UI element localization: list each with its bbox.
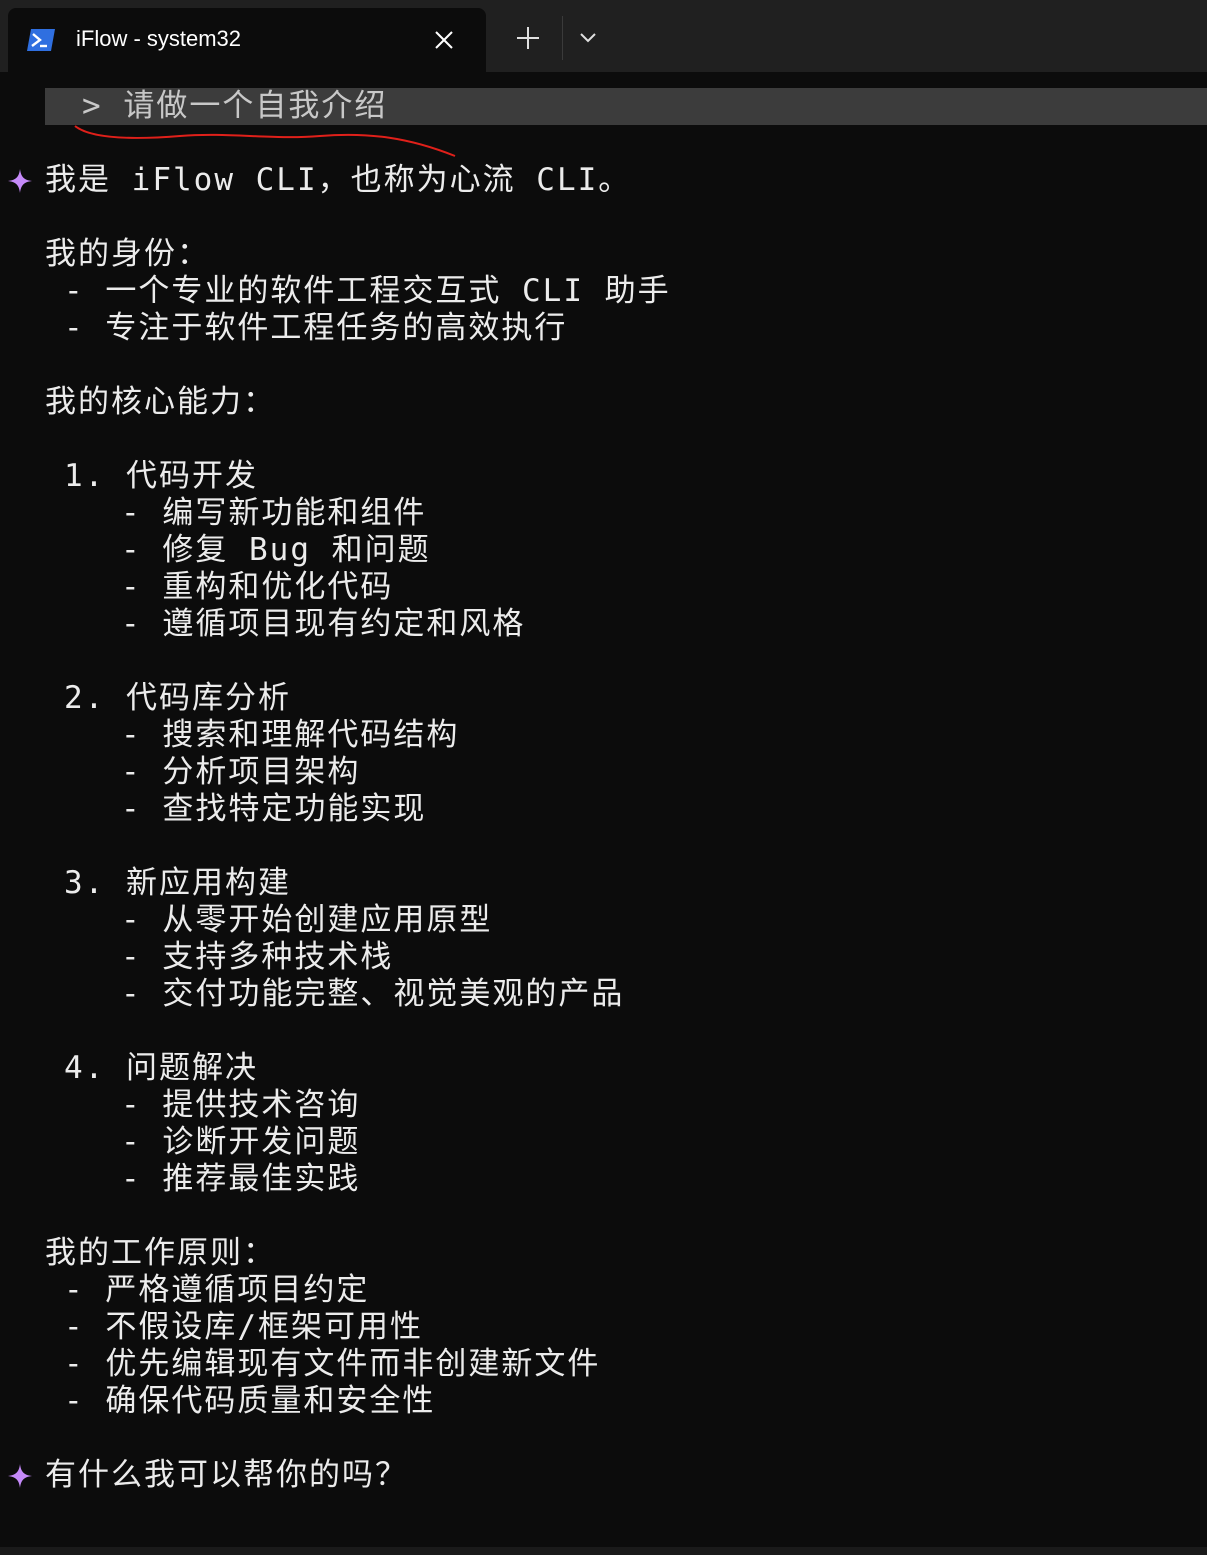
ability-item: - 修复 Bug 和问题 <box>121 532 431 568</box>
title-bar: iFlow - system32 <box>0 0 1207 72</box>
sparkle-icon <box>8 1464 32 1488</box>
principle-item: - 优先编辑现有文件而非创建新文件 <box>64 1346 601 1382</box>
ability-title: 4. 问题解决 <box>64 1050 258 1086</box>
principle-item: - 严格遵循项目约定 <box>64 1272 370 1308</box>
close-icon[interactable] <box>428 24 460 56</box>
ability-title: 2. 代码库分析 <box>64 680 291 716</box>
identity-heading: 我的身份： <box>45 236 210 272</box>
ability-item: - 交付功能完整、视觉美观的产品 <box>121 976 625 1012</box>
ability-item: - 遵循项目现有约定和风格 <box>121 606 526 642</box>
principles-heading: 我的工作原则： <box>45 1235 276 1271</box>
ability-item: - 重构和优化代码 <box>121 569 394 605</box>
ability-item: - 推荐最佳实践 <box>121 1161 361 1197</box>
ability-item: - 支持多种技术栈 <box>121 939 394 975</box>
sparkle-icon <box>8 169 32 193</box>
principle-item: - 不假设库/框架可用性 <box>64 1309 423 1345</box>
ability-title: 3. 新应用构建 <box>64 865 291 901</box>
ability-item: - 分析项目架构 <box>121 754 361 790</box>
chevron-down-icon[interactable] <box>572 22 604 54</box>
ability-item: - 提供技术咨询 <box>121 1087 361 1123</box>
tab-title: iFlow - system32 <box>76 26 242 51</box>
bottom-edge <box>0 1547 1207 1555</box>
tab-iflow[interactable]: iFlow - system32 <box>8 8 486 72</box>
red-underline-annotation <box>74 125 456 157</box>
abilities-heading: 我的核心能力： <box>45 384 276 420</box>
identity-item: - 一个专业的软件工程交互式 CLI 助手 <box>64 273 671 309</box>
ability-item: - 搜索和理解代码结构 <box>121 717 460 753</box>
ability-item: - 编写新功能和组件 <box>121 495 427 531</box>
ability-item: - 查找特定功能实现 <box>121 791 427 827</box>
ability-title: 1. 代码开发 <box>64 458 258 494</box>
intro-line: 我是 iFlow CLI，也称为心流 CLI。 <box>45 162 632 198</box>
plus-icon[interactable] <box>510 20 546 56</box>
closing-line: 有什么我可以帮你的吗？ <box>45 1457 408 1493</box>
powershell-icon <box>26 28 56 52</box>
ability-item: - 从零开始创建应用原型 <box>121 902 493 938</box>
tab-separator <box>562 16 563 60</box>
ability-item: - 诊断开发问题 <box>121 1124 361 1160</box>
identity-item: - 专注于软件工程任务的高效执行 <box>64 310 568 346</box>
principle-item: - 确保代码质量和安全性 <box>64 1383 436 1419</box>
